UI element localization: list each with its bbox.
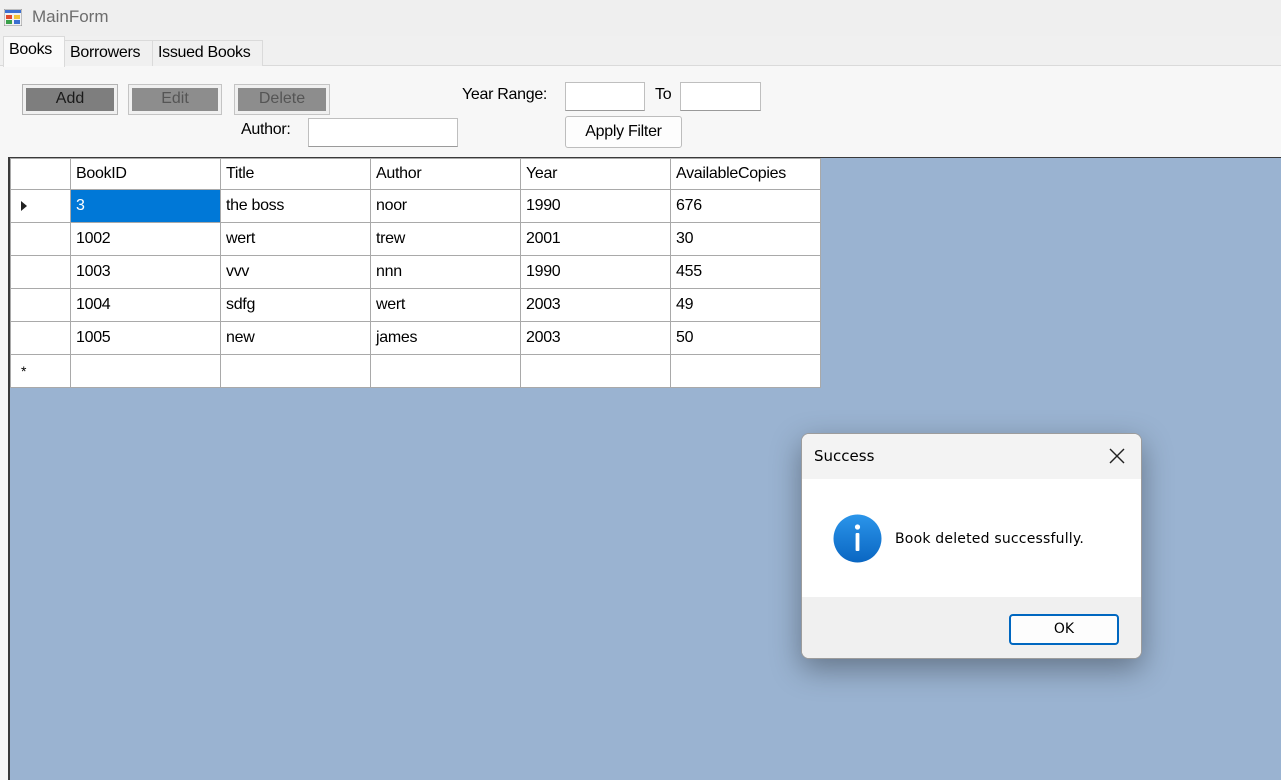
cell-author[interactable]: james bbox=[370, 321, 521, 355]
cell-title[interactable]: the boss bbox=[220, 189, 371, 223]
column-header-author[interactable]: Author bbox=[370, 158, 521, 190]
new-row[interactable]: * bbox=[10, 354, 821, 388]
tab-issued-books-label: Issued Books bbox=[158, 44, 251, 61]
cell-bookid[interactable]: 1003 bbox=[70, 255, 221, 289]
success-dialog: Success Book deleted successfully. OK bbox=[801, 433, 1142, 659]
table-row[interactable]: 1003 vvv nnn 1990 455 bbox=[10, 255, 821, 289]
books-table: BookID Title Author Year AvailableCopies… bbox=[10, 158, 821, 388]
header-row: BookID Title Author Year AvailableCopies bbox=[10, 158, 821, 190]
cell-availablecopies[interactable]: 49 bbox=[670, 288, 821, 322]
cell-year[interactable]: 2003 bbox=[520, 288, 671, 322]
title-bar: MainForm bbox=[0, 0, 1281, 36]
to-label: To bbox=[655, 86, 672, 103]
cell-new-bookid[interactable] bbox=[70, 354, 221, 388]
cell-new-availablecopies[interactable] bbox=[670, 354, 821, 388]
row-header[interactable] bbox=[10, 255, 71, 289]
column-header-bookid[interactable]: BookID bbox=[70, 158, 221, 190]
cell-author[interactable]: trew bbox=[370, 222, 521, 256]
window-title: MainForm bbox=[32, 7, 109, 26]
table-row[interactable]: 1005 new james 2003 50 bbox=[10, 321, 821, 355]
cell-author[interactable]: nnn bbox=[370, 255, 521, 289]
app-icon bbox=[4, 9, 22, 26]
cell-bookid[interactable]: 1005 bbox=[70, 321, 221, 355]
cell-year[interactable]: 2003 bbox=[520, 321, 671, 355]
row-header[interactable] bbox=[10, 222, 71, 256]
edit-button[interactable]: Edit bbox=[128, 84, 222, 115]
table-row[interactable]: 1004 sdfg wert 2003 49 bbox=[10, 288, 821, 322]
column-header-year[interactable]: Year bbox=[520, 158, 671, 190]
cell-bookid[interactable]: 1002 bbox=[70, 222, 221, 256]
tab-borrowers-label: Borrowers bbox=[70, 44, 141, 61]
new-row-asterisk-icon: * bbox=[21, 362, 27, 379]
add-button-label: Add bbox=[26, 88, 114, 111]
dialog-body: Book deleted successfully. bbox=[802, 479, 1141, 597]
year-range-label: Year Range: bbox=[462, 86, 548, 103]
year-to-input[interactable] bbox=[680, 82, 761, 111]
ok-button[interactable]: OK bbox=[1009, 614, 1119, 645]
dialog-title-bar: Success bbox=[802, 434, 1141, 479]
add-button[interactable]: Add bbox=[22, 84, 118, 115]
cell-new-title[interactable] bbox=[220, 354, 371, 388]
row-header[interactable] bbox=[10, 189, 71, 223]
cell-author[interactable]: noor bbox=[370, 189, 521, 223]
cell-title[interactable]: vvv bbox=[220, 255, 371, 289]
tab-books-label: Books bbox=[9, 41, 52, 58]
tab-strip: Books Borrowers Issued Books bbox=[0, 36, 1281, 67]
cell-year[interactable]: 1990 bbox=[520, 189, 671, 223]
column-header-title[interactable]: Title bbox=[220, 158, 371, 190]
close-icon[interactable] bbox=[1107, 446, 1127, 466]
cell-new-year[interactable] bbox=[520, 354, 671, 388]
current-row-arrow-icon bbox=[21, 200, 27, 211]
books-panel: Add Edit Delete Year Range: To Author: A… bbox=[0, 66, 1281, 780]
cell-new-author[interactable] bbox=[370, 354, 521, 388]
cell-year[interactable]: 1990 bbox=[520, 255, 671, 289]
dialog-footer: OK bbox=[802, 597, 1141, 658]
tab-borrowers[interactable]: Borrowers bbox=[65, 40, 153, 66]
tab-issued-books[interactable]: Issued Books bbox=[153, 40, 263, 66]
delete-button-label: Delete bbox=[238, 88, 326, 111]
cell-bookid[interactable]: 1004 bbox=[70, 288, 221, 322]
cell-title[interactable]: wert bbox=[220, 222, 371, 256]
cell-availablecopies[interactable]: 50 bbox=[670, 321, 821, 355]
cell-bookid[interactable]: 3 bbox=[70, 189, 221, 223]
tab-books[interactable]: Books bbox=[3, 36, 65, 67]
table-row[interactable]: 1002 wert trew 2001 30 bbox=[10, 222, 821, 256]
dialog-message: Book deleted successfully. bbox=[895, 531, 1085, 547]
row-header[interactable] bbox=[10, 288, 71, 322]
cell-availablecopies[interactable]: 455 bbox=[670, 255, 821, 289]
delete-button[interactable]: Delete bbox=[234, 84, 330, 115]
apply-filter-button[interactable]: Apply Filter bbox=[565, 116, 682, 148]
cell-availablecopies[interactable]: 30 bbox=[670, 222, 821, 256]
edit-button-label: Edit bbox=[132, 88, 218, 111]
row-header[interactable]: * bbox=[10, 354, 71, 388]
cell-title[interactable]: sdfg bbox=[220, 288, 371, 322]
row-header[interactable] bbox=[10, 321, 71, 355]
cell-availablecopies[interactable]: 676 bbox=[670, 189, 821, 223]
author-input[interactable] bbox=[308, 118, 458, 147]
row-header-corner[interactable] bbox=[10, 158, 71, 190]
column-header-availablecopies[interactable]: AvailableCopies bbox=[670, 158, 821, 190]
cell-author[interactable]: wert bbox=[370, 288, 521, 322]
table-row[interactable]: 3 the boss noor 1990 676 bbox=[10, 189, 821, 223]
cell-year[interactable]: 2001 bbox=[520, 222, 671, 256]
cell-title[interactable]: new bbox=[220, 321, 371, 355]
author-label: Author: bbox=[241, 121, 291, 138]
info-icon bbox=[833, 514, 882, 563]
year-from-input[interactable] bbox=[565, 82, 645, 111]
dialog-title: Success bbox=[814, 447, 875, 465]
